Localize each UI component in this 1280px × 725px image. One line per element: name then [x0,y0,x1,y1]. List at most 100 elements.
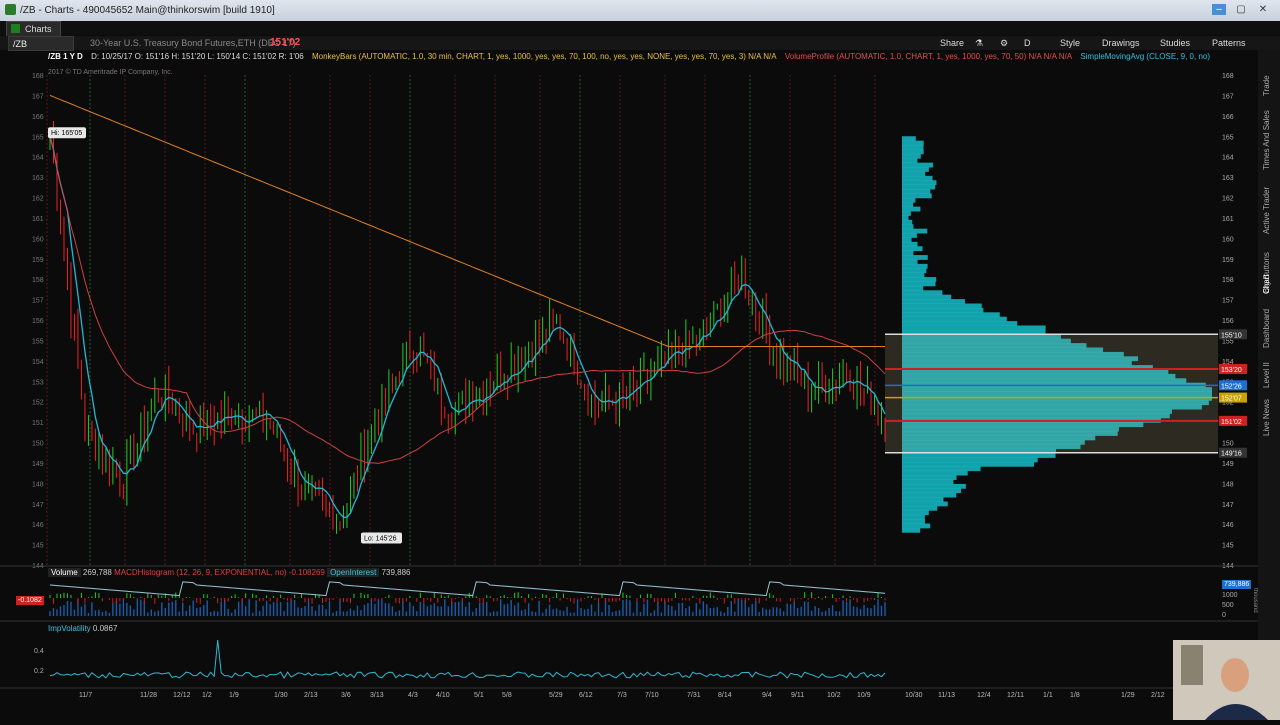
y-tick-label-left: 146 [32,522,44,529]
sidebar-item-active-trader[interactable]: Active Trader [1262,174,1276,234]
volume-profile-bar [902,158,918,164]
x-tick-label: 1/8 [1070,692,1080,699]
y-tick-label: 167 [1222,93,1234,100]
sidebar-item-chart[interactable]: Chart [1262,266,1276,294]
y-tick-label: 161 [1222,216,1234,223]
studies-button[interactable]: Studies [1160,36,1190,50]
y-tick-label-left: 157 [32,298,44,305]
sidebar-item-dashboard[interactable]: Dashboard [1262,298,1276,348]
sidebar-item-live-news[interactable]: Live News [1262,392,1276,436]
volume-profile-bar [902,470,968,476]
impvol-scale-02: 0.2 [34,668,44,675]
volume-profile-bar [902,171,926,177]
impvol-panel-header: ImpVolatility 0.0867 [48,624,117,634]
macd-label[interactable]: MACDHistogram (12, 26, 9, EXPONENTIAL, n… [114,568,287,577]
y-tick-label-left: 155 [32,338,44,345]
volume-profile-bar [902,510,929,516]
y-tick-label-left: 167 [32,93,44,100]
volume-profile-bar [902,457,1038,463]
volume-profile-bar [902,162,934,168]
volume-profile-bar [902,153,921,159]
y-tick-label: 155 [1222,338,1234,345]
impvol-line [49,639,886,679]
price-label-text: 149'16 [1221,451,1242,458]
macd-value: -0.108269 [288,568,325,577]
patterns-button[interactable]: Patterns [1212,36,1246,50]
last-price: 151'02 [270,37,301,48]
window-title: /ZB - Charts - 490045652 Main@thinkorswi… [20,5,275,16]
style-button[interactable]: Style [1060,36,1080,50]
y-tick-label-left: 168 [32,73,44,80]
y-tick-label: 157 [1222,298,1234,305]
volume-scale-500: 500 [1222,602,1234,609]
drawings-button[interactable]: Drawings [1102,36,1140,50]
sidebar-item-level-ii[interactable]: Level II [1262,352,1276,388]
y-tick-label: 156 [1222,318,1234,325]
volume-value: 269,788 [82,568,112,577]
volume-label[interactable]: Volume [48,568,81,577]
volume-profile-bar [902,193,932,199]
volume-profile-bar [902,277,937,282]
ma-red-line [49,136,886,464]
presenter-face [1221,658,1249,692]
y-tick-label-left: 156 [32,318,44,325]
y-tick-label-left: 145 [32,543,44,550]
volume-profile-bar [902,527,921,533]
volume-scale-0: 0 [1222,612,1226,619]
x-tick-label: 10/9 [857,692,871,699]
x-tick-label: 1/30 [274,692,288,699]
y-tick-label-left: 154 [32,359,44,366]
tab-bar: Charts [0,21,1280,37]
volume-profile-bar [902,233,917,238]
volume-profile-bar [902,523,931,529]
y-tick-label-left: 151 [32,420,44,427]
volume-scale-1000: 1000 [1222,592,1238,599]
flask-icon[interactable]: ⚗ [975,36,983,50]
volume-profile-bar [902,206,921,212]
y-tick-label-left: 161 [32,216,44,223]
price-chart[interactable]: 168 168 167 167 166 166 165 165 164 164 163 163 162 1… [0,50,1280,720]
minimize-icon[interactable]: – [1212,4,1226,15]
volume-profile-bar [902,246,923,252]
y-tick-label-left: 164 [32,155,44,162]
volume-panel-header: Volume 269,788 MACDHistogram (12, 26, 9,… [48,568,410,578]
volume-profile-bar [902,285,924,291]
y-tick-label: 168 [1222,73,1234,80]
symbol-input[interactable]: /ZB [8,36,74,51]
share-button[interactable]: Share [940,36,964,50]
impvol-scale-04: 0.4 [34,648,44,655]
volume-profile-bar [902,241,918,247]
volume-profile-bar [902,299,965,304]
x-tick-label: 1/2 [202,692,212,699]
x-tick-label: 10/30 [905,692,923,699]
x-tick-label: 10/2 [827,692,841,699]
volume-profile-bar [902,175,933,181]
volume-profile-bar [902,303,982,309]
d-button[interactable]: D [1024,36,1031,50]
volume-profile-bar [902,325,1046,331]
sidebar-item-trade[interactable]: Trade [1262,56,1276,96]
volume-profile-bar [902,184,936,190]
x-tick-label: 5/1 [474,692,484,699]
volume-profile-bar [902,307,984,313]
close-icon[interactable]: ✕ [1256,4,1270,15]
gear-icon[interactable]: ⚙ [1000,36,1008,50]
volume-profile-bar [902,237,912,243]
x-tick-label: 12/4 [977,692,991,699]
y-tick-label: 163 [1222,175,1234,182]
macd-badge: -0.1082 [16,596,44,605]
y-tick-label-left: 162 [32,196,44,203]
volume-profile-bar [902,145,924,150]
volume-profile-bar [902,167,929,172]
volume-profile-bar [902,197,916,203]
tab-charts[interactable]: Charts [6,21,61,37]
maximize-icon[interactable]: ▢ [1234,4,1248,15]
ma-orange-line [49,94,885,347]
x-tick-label: 11/28 [140,692,157,699]
impvol-label[interactable]: ImpVolatility [48,624,91,633]
x-tick-label: 5/29 [549,692,563,699]
x-tick-label: 9/4 [762,692,772,699]
openinterest-label[interactable]: OpenInterest [327,568,380,577]
sidebar-item-times-and-sales[interactable]: Times And Sales [1262,100,1276,170]
y-tick-label-left: 153 [32,379,44,386]
